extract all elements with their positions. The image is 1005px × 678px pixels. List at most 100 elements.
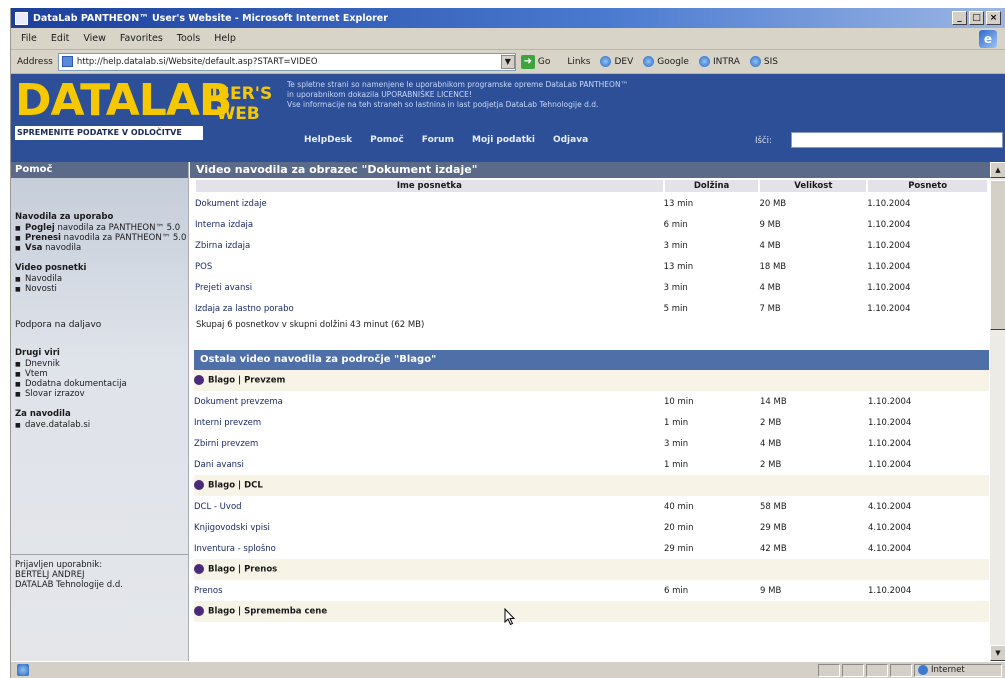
nav-odjava[interactable]: Odjava	[553, 135, 588, 145]
address-url[interactable]: http://help.datalab.si/Website/default.a…	[77, 57, 497, 67]
menu-favorites[interactable]: Favorites	[120, 33, 163, 44]
video-link[interactable]: POS	[195, 256, 664, 277]
col-header-name[interactable]: Ime posnetka	[194, 178, 665, 194]
sidebar-item-view-manual[interactable]: Poglej navodila za PANTHEON™ 5.0	[15, 223, 188, 234]
col-header-length[interactable]: Dolžina	[662, 178, 761, 194]
col-header-date[interactable]: Posneto	[866, 178, 989, 194]
video-title: Video posnetki	[15, 263, 87, 273]
group-label: Blago | Prenos	[208, 564, 278, 575]
sidebar-item-download-manual[interactable]: Prenesi navodila za PANTHEON™ 5.0	[15, 233, 188, 244]
sidebar-item-slovar[interactable]: Slovar izrazov	[15, 389, 188, 400]
table-cell: 40 min	[664, 501, 694, 512]
other-group: Drugi viri Dnevnik Vtem Dodatna dokument…	[11, 348, 188, 400]
status-cell	[890, 663, 912, 677]
globe-icon	[698, 56, 710, 67]
video-link[interactable]: Dokument izdaje	[195, 193, 664, 214]
video-link[interactable]: Inventura - splošno	[194, 538, 664, 559]
nav-helpdesk[interactable]: HelpDesk	[304, 135, 352, 145]
table-cell: 3 min	[664, 438, 689, 449]
video-link[interactable]: Zbirna izdaja	[195, 235, 664, 256]
mouse-cursor-icon	[504, 608, 516, 626]
go-label: Go	[537, 56, 551, 67]
table-cell: 1.10.2004	[867, 199, 911, 209]
video-link[interactable]: Knjigovodski vpisi	[194, 517, 664, 538]
menu-tools[interactable]: Tools	[177, 33, 200, 44]
menu-bar: File Edit View Favorites Tools Help e	[11, 28, 1005, 50]
other-videos-header: Ostala video navodila za področje "Blago…	[194, 350, 989, 370]
sidebar-item-dokumentacija[interactable]: Dodatna dokumentacija	[15, 379, 188, 390]
video-link[interactable]: Interni prevzem	[194, 412, 664, 433]
table-row: Knjigovodski vpisi 20 min 29 MB 4.10.2004	[194, 517, 989, 538]
users-web-logo: USER'S WEB	[204, 84, 272, 124]
logo-sub-line1: USER'S	[204, 84, 273, 104]
globe-icon	[749, 56, 761, 67]
group-cell: Blago | Prenos	[194, 559, 989, 580]
other-videos-table: Blago | Prevzem Dokument prevzema 10 min 14…	[194, 370, 989, 622]
menu-view[interactable]: View	[83, 33, 106, 44]
address-label: Address	[17, 56, 53, 67]
maximize-button[interactable]: □	[969, 11, 984, 25]
table-row: Izdaja za lastno porabo 5 min 7 MB 1.10.200…	[195, 298, 988, 319]
folder-icon	[194, 375, 204, 386]
col-header-size[interactable]: Velikost	[758, 178, 869, 194]
video-link[interactable]: Izdaja za lastno porabo	[195, 298, 664, 319]
table-cell: 1.10.2004	[867, 219, 911, 230]
scroll-up-icon[interactable]: ▲	[990, 162, 1005, 178]
group-label: Blago | DCL	[208, 480, 263, 491]
menu-help[interactable]: Help	[214, 33, 236, 44]
nav-moji-podatki[interactable]: Moji podatki	[472, 135, 535, 145]
link-google[interactable]: Google	[643, 56, 689, 67]
sidebar-item-support[interactable]: Podpora na daljavo	[11, 320, 188, 330]
address-input[interactable]: http://help.datalab.si/Website/default.a…	[57, 52, 516, 71]
video-link[interactable]: Prejeti avansi	[195, 277, 664, 298]
minimize-button[interactable]: _	[952, 11, 967, 25]
close-button[interactable]: ×	[986, 11, 1001, 25]
menu-edit[interactable]: Edit	[51, 33, 69, 44]
scroll-down-icon[interactable]: ▼	[990, 645, 1005, 661]
video-table: Ime posnetka Dolžina Velikost Posneto Do…	[194, 178, 989, 319]
nav-pomoc[interactable]: Pomoč	[370, 135, 404, 145]
group-label: Blago | Sprememba cene	[208, 606, 328, 617]
nav-forum[interactable]: Forum	[422, 135, 454, 145]
scroll-thumb[interactable]	[990, 180, 1005, 330]
table-cell: 42 MB	[760, 543, 787, 554]
table-cell: 1.10.2004	[868, 417, 912, 428]
video-group: Video posnetki Navodila Novosti	[11, 263, 188, 295]
sidebar-item-navodila[interactable]: Navodila	[15, 274, 188, 285]
summary-text: Skupaj 6 posnetkov v skupni dolžini 43 m…	[196, 320, 425, 330]
link-intra[interactable]: INTRA	[698, 56, 740, 67]
menu-file[interactable]: File	[21, 33, 37, 44]
table-cell: 2 MB	[760, 459, 782, 470]
table-cell: 29 MB	[760, 522, 787, 533]
table-cell: 1.10.2004	[867, 282, 911, 293]
address-dropdown-icon[interactable]: ▼	[500, 54, 515, 69]
feedback-group: Za navodila dave.datalab.si	[11, 409, 188, 431]
sidebar-item-all-manuals[interactable]: Vsa navodila	[15, 243, 188, 254]
video-link[interactable]: DCL - Uvod	[194, 496, 664, 517]
video-link[interactable]: Interna izdaja	[195, 214, 664, 235]
header-info: Te spletne strani so namenjene le uporab…	[287, 80, 767, 110]
vertical-scrollbar[interactable]: ▲ ▼	[990, 162, 1005, 661]
table-cell: 7 MB	[759, 303, 781, 314]
table-cell: 1.10.2004	[867, 303, 911, 314]
video-link[interactable]: Zbirni prevzem	[194, 433, 664, 454]
go-button[interactable]: ➜ Go	[520, 54, 551, 69]
table-cell: 58 MB	[760, 501, 787, 512]
datalab-logo[interactable]: DATALAB	[15, 78, 232, 124]
video-link[interactable]: Dani avansi	[194, 454, 664, 475]
status-cell	[866, 663, 888, 677]
table-cell: 14 MB	[760, 396, 787, 407]
site-header: DATALAB USER'S WEB SPREMENITE PODATKE V …	[11, 74, 1005, 162]
sidebar-item-novosti[interactable]: Novosti	[15, 284, 188, 295]
link-dev[interactable]: DEV	[600, 56, 633, 67]
security-zone: Internet	[914, 663, 1002, 677]
table-cell: 4.10.2004	[868, 522, 912, 533]
video-link[interactable]: Prenos	[194, 580, 664, 601]
table-cell: 5 min	[663, 303, 688, 314]
link-sis[interactable]: SIS	[749, 56, 778, 67]
video-link[interactable]: Dokument prevzema	[194, 391, 664, 412]
search-input[interactable]	[791, 132, 1003, 148]
sidebar-item-dnevnik[interactable]: Dnevnik	[15, 359, 188, 370]
sidebar-item-vtem[interactable]: Vtem	[15, 369, 188, 380]
sidebar-item-feedback-link[interactable]: dave.datalab.si	[15, 420, 188, 431]
